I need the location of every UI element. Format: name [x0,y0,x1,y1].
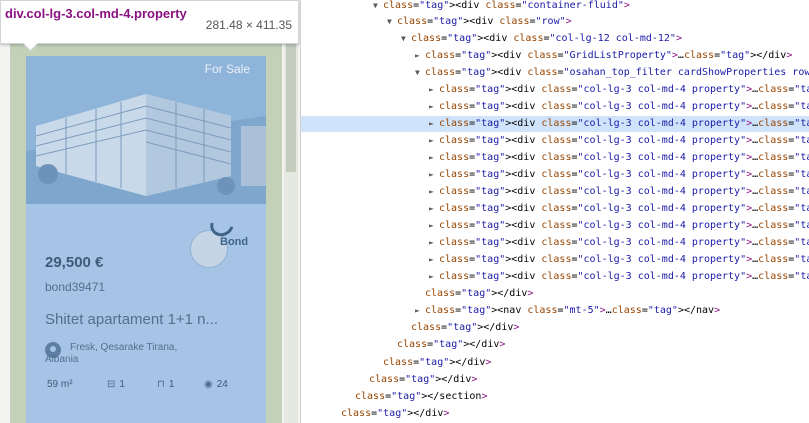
dom-node-markup: class="tag"><div class="col-lg-12 col-md… [411,33,682,44]
dom-node-markup: class="tag"><div class="col-lg-3 col-md-… [439,271,809,282]
dom-node[interactable]: ► class="tag"><div class="col-lg-3 col-md… [301,218,809,234]
dom-node-selected[interactable]: ► class="tag"><div class="col-lg-3 col-md… [301,116,809,132]
area-value: 59 m² [47,379,73,390]
agent-logo-text: Bond [220,236,249,248]
collapse-triangle-icon[interactable]: ► [429,201,439,217]
dom-node-markup: class="tag"><div class="col-lg-3 col-md-… [439,220,809,231]
collapse-triangle-icon[interactable]: ► [429,133,439,149]
dom-node[interactable]: ► class="tag"><div class="col-lg-3 col-md… [301,82,809,98]
tooltip-selector: div.col-lg-3.col-md-4.property [5,6,187,21]
dom-node[interactable]: ► class="tag"><nav class="mt-5">…class="t… [301,303,809,319]
dom-node-markup: class="tag"><div class="col-lg-3 col-md-… [439,118,809,129]
collapse-triangle-icon[interactable]: ► [429,99,439,115]
stat-views: ◉ 24 [204,379,228,390]
dom-node-markup: class="tag"><div class="container-fluid"… [383,0,630,11]
dom-node-markup: class="tag"><div class="col-lg-3 col-md-… [439,135,809,146]
collapse-triangle-icon[interactable]: ► [429,235,439,251]
preview-scrollbar[interactable] [284,0,298,423]
location-text: Fresk, Qesarake Tirana, Albania [45,342,178,365]
property-image[interactable]: For Sale [26,56,266,204]
collapse-triangle-icon[interactable]: ► [429,82,439,98]
dom-node[interactable]: class="tag"></section> [301,389,809,405]
dom-node[interactable]: ► class="tag"><div class="col-lg-3 col-md… [301,133,809,149]
preview-scrollbar-thumb[interactable] [286,30,296,172]
dom-node[interactable]: ► class="tag"><div class="col-lg-3 col-md… [301,167,809,183]
stat-beds: ⊟ 1 [107,379,125,390]
collapse-triangle-icon[interactable]: ► [429,116,439,132]
dom-node-markup: class="tag"><div class="GridListProperty… [425,50,793,61]
dom-node[interactable]: ▼ class="tag"><div class="col-lg-12 col-m… [301,31,809,47]
collapse-triangle-icon[interactable]: ► [429,218,439,234]
page-preview: For Sale Bond 29,500 € bond39471 Shitet … [0,0,300,423]
dom-node-markup: class="tag"></div> [425,288,534,299]
expand-triangle-icon[interactable]: ▼ [415,65,425,81]
dom-node-markup: class="tag"><nav class="mt-5">…class="ta… [425,305,721,316]
dom-node[interactable]: ► class="tag"><div class="GridListPropert… [301,48,809,64]
for-sale-badge: For Sale [204,62,250,76]
dom-node-markup: class="tag"></div> [397,339,506,350]
stat-area: 59 m² [47,379,73,390]
dom-node[interactable]: ► class="tag"><div class="col-lg-3 col-md… [301,184,809,200]
dom-node-markup: class="tag"><div class="col-lg-3 col-md-… [439,169,809,180]
property-card-body: Bond 29,500 € bond39471 Shitet apartamen… [26,204,266,423]
dom-node-markup: class="tag"></div> [341,408,450,419]
elements-panel: ... ▼class="tag"><div class="container-f… [300,0,809,423]
expand-triangle-icon[interactable]: ▼ [373,0,383,14]
dom-node-markup: class="tag"></div> [383,357,492,368]
dom-node-markup: class="tag"></div> [411,322,520,333]
expand-triangle-icon[interactable]: ▼ [387,14,397,30]
dom-node-markup: class="tag"></section> [355,391,488,402]
dom-node[interactable]: class="tag"></div> [301,286,809,302]
dom-node-markup: class="tag"></div> [369,374,478,385]
collapse-triangle-icon[interactable]: ► [415,48,425,64]
dom-node-markup: class="tag"><div class="row"> [397,16,572,27]
dom-node[interactable]: ► class="tag"><div class="col-lg-3 col-md… [301,269,809,285]
property-stats: 59 m² ⊟ 1 ⊓ 1 ◉ 24 [47,379,257,393]
eye-icon: ◉ [204,379,213,390]
dom-node[interactable]: ► class="tag"><div class="col-lg-3 col-md… [301,235,809,251]
dom-node-markup: class="tag"><div class="col-lg-3 col-md-… [439,186,809,197]
dom-node[interactable]: ► class="tag"><div class="col-lg-3 col-md… [301,150,809,166]
collapse-triangle-icon[interactable]: ► [429,167,439,183]
dom-node[interactable]: ► class="tag"><div class="col-lg-3 col-md… [301,99,809,115]
dom-node[interactable]: class="tag"></div> [301,372,809,388]
beds-value: 1 [119,379,125,390]
dom-node-markup: class="tag"><div class="col-lg-3 col-md-… [439,203,809,214]
dom-node-markup: class="tag"><div class="osahan_top_filte… [425,67,809,78]
bath-icon: ⊓ [157,379,165,390]
dom-node[interactable]: class="tag"></div> [301,320,809,336]
dom-node-markup: class="tag"><div class="col-lg-3 col-md-… [439,101,809,112]
dom-node-markup: class="tag"><div class="col-lg-3 col-md-… [439,254,809,265]
expand-triangle-icon[interactable]: ▼ [401,31,411,47]
tooltip-size: 281.48 × 411.35 [205,18,292,32]
property-price: 29,500 € [45,254,104,271]
collapse-triangle-icon[interactable]: ► [429,184,439,200]
dom-node-markup: class="tag"><div class="col-lg-3 col-md-… [439,84,809,95]
dom-node[interactable]: ▼ class="tag"><div class="osahan_top_filt… [301,65,809,81]
dom-node-markup: class="tag"><div class="col-lg-3 col-md-… [439,237,809,248]
collapse-triangle-icon[interactable]: ► [429,150,439,166]
dom-node[interactable]: ► class="tag"><div class="col-lg-3 col-md… [301,201,809,217]
dom-node-markup: class="tag"><div class="col-lg-3 col-md-… [439,152,809,163]
dom-node[interactable]: ▼ class="tag"><div class="row"> [301,14,809,30]
bed-icon: ⊟ [107,379,116,390]
dom-node[interactable]: class="tag"></div> [301,355,809,371]
views-value: 24 [216,379,228,390]
dom-node[interactable]: ► class="tag"><div class="col-lg-3 col-md… [301,252,809,268]
property-reference: bond39471 [45,280,106,294]
collapse-triangle-icon[interactable]: ► [429,252,439,268]
stat-baths: ⊓ 1 [157,379,174,390]
building-illustration [26,56,266,204]
dom-node[interactable]: class="tag"></div> [301,406,809,422]
dom-node[interactable]: ▼ class="tag"><div class="container-fluid… [301,0,809,14]
inspect-tooltip: div.col-lg-3.col-md-4.property 281.48 × … [0,0,299,44]
collapse-triangle-icon[interactable]: ► [429,269,439,285]
property-title[interactable]: Shitet apartament 1+1 n... [45,311,255,328]
baths-value: 1 [168,379,175,390]
collapse-triangle-icon[interactable]: ► [415,303,425,319]
dom-node[interactable]: class="tag"></div> [301,337,809,353]
agent-logo[interactable]: Bond [186,209,249,268]
